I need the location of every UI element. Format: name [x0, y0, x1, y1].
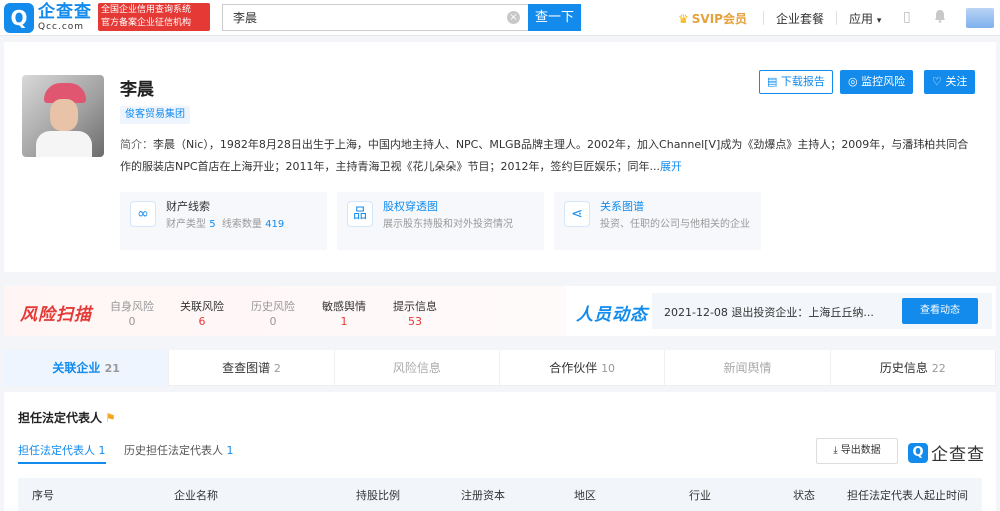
- tab-bar: 关联企业 21 查查图谱 2 风险信息 合作伙伴 10 新闻舆情 历史信息 22: [4, 350, 996, 386]
- tab-news[interactable]: 新闻舆情: [665, 350, 831, 386]
- svip-link[interactable]: ♛ SVIP会员: [678, 10, 747, 27]
- share-graph-icon: ⋖: [564, 201, 590, 227]
- download-icon: ⤓: [833, 445, 838, 456]
- view-dynamics-button[interactable]: 查看动态: [902, 298, 978, 324]
- caret-down-icon: ▾: [876, 16, 882, 26]
- org-chart-icon: 品: [347, 201, 373, 227]
- legal-rep-section: 担任法定代表人 ⚑ 担任法定代表人 1 历史担任法定代表人 1 ⤓ 导出数据 Q …: [4, 392, 996, 511]
- logo-q-icon: Q: [4, 3, 34, 33]
- certification-badge: 全国企业信用查询系统 官方备案企业征信机构: [98, 3, 210, 31]
- search-input[interactable]: [223, 5, 493, 30]
- expand-link[interactable]: 展开: [660, 160, 682, 173]
- monitor-icon: ◎: [848, 75, 858, 88]
- column-header: 行业: [689, 489, 711, 502]
- document-icon: ▤: [767, 75, 778, 88]
- site-logo[interactable]: Q 企查查 Qcc.com: [4, 3, 92, 33]
- tab-risk-info[interactable]: 风险信息: [335, 350, 500, 386]
- subtab-current-legal-rep[interactable]: 担任法定代表人 1: [18, 442, 106, 464]
- export-data-button[interactable]: ⤓ 导出数据: [816, 438, 898, 464]
- column-header[interactable]: 注册资本: [461, 487, 505, 503]
- clear-icon[interactable]: ×: [507, 11, 520, 24]
- bell-icon[interactable]: [934, 9, 946, 27]
- tab-related-companies[interactable]: 关联企业 21: [4, 350, 170, 386]
- column-header: 状态: [793, 489, 815, 502]
- nav-divider: [763, 11, 764, 25]
- feature-relation-graph[interactable]: ⋖ 关系图谱 投资、任职的公司与他相关的企业: [554, 192, 761, 250]
- person-photo: [22, 75, 104, 157]
- link-icon: ∞: [130, 201, 156, 227]
- package-link[interactable]: 企业套餐: [776, 10, 824, 27]
- column-header[interactable]: 持股比例: [356, 487, 400, 503]
- profile-card: 李晨 俊客贸易集团 简介：李晨（Nic），1982年8月28日出生于上海，中国内…: [4, 42, 996, 272]
- download-report-button[interactable]: ▤ 下载报告: [759, 70, 833, 94]
- top-navbar: Q 企查查 Qcc.com 全国企业信用查询系统 官方备案企业征信机构 × 查一…: [0, 0, 1000, 36]
- search-button[interactable]: 查一下: [528, 4, 581, 31]
- risk-history[interactable]: 历史风险 0: [251, 298, 295, 328]
- apps-menu[interactable]: 应用 ▾: [849, 10, 881, 27]
- table-header: 序号 企业名称 持股比例 注册资本 地区 行业 状态 担任法定代表人起止时间: [18, 478, 982, 511]
- flag-icon: ⚑: [105, 411, 116, 425]
- subtab-history-legal-rep[interactable]: 历史担任法定代表人 1: [124, 442, 234, 458]
- risk-sentiment[interactable]: 敏感舆情 1: [322, 298, 366, 328]
- brand-watermark: Q 企查查: [908, 440, 985, 465]
- person-name: 李晨: [120, 80, 154, 100]
- logo-q-icon: Q: [908, 442, 928, 463]
- people-dynamics-title: 人员动态: [576, 305, 648, 325]
- company-tag[interactable]: 俊客贸易集团: [120, 106, 190, 124]
- feature-property-clues[interactable]: ∞ 财产线索 财产类型 5 线索数量 419: [120, 192, 327, 250]
- column-header: 企业名称: [174, 489, 218, 502]
- column-header[interactable]: 担任法定代表人起止时间: [847, 487, 968, 503]
- mobile-icon[interactable]: ▯: [903, 9, 911, 25]
- follow-button[interactable]: ♡ 关注: [924, 70, 976, 94]
- section-title: 担任法定代表人 ⚑: [18, 411, 116, 425]
- risk-self[interactable]: 自身风险 0: [110, 298, 154, 328]
- risk-scan-title: 风险扫描: [20, 305, 92, 325]
- column-header: 序号: [32, 489, 54, 502]
- monitor-risk-button[interactable]: ◎ 监控风险: [840, 70, 914, 94]
- crown-icon: ♛: [678, 12, 689, 26]
- search-box: ×: [222, 4, 528, 31]
- logo-en-text: Qcc.com: [38, 22, 85, 32]
- column-header: 地区: [574, 489, 596, 502]
- user-avatar[interactable]: [966, 8, 994, 28]
- feature-equity-chart[interactable]: 品 股权穿透图 展示股东持股和对外投资情况: [337, 192, 544, 250]
- risk-related[interactable]: 关联风险 6: [180, 298, 224, 328]
- tab-history[interactable]: 历史信息 22: [831, 350, 996, 386]
- people-dynamics-text[interactable]: 2021-12-08 退出投资企业：上海丘丘纳...: [664, 304, 874, 320]
- tab-graph[interactable]: 查查图谱 2: [169, 350, 335, 386]
- tab-partners[interactable]: 合作伙伴 10: [500, 350, 666, 386]
- logo-cn-text: 企查查: [38, 2, 92, 22]
- risk-hints[interactable]: 提示信息 53: [393, 298, 437, 328]
- person-bio: 简介：李晨（Nic），1982年8月28日出生于上海，中国内地主持人、NPC、M…: [120, 138, 969, 173]
- heart-icon: ♡: [932, 75, 942, 88]
- risk-scan-bar: 风险扫描 自身风险 0 关联风险 6 历史风险 0 敏感舆情 1 提示信息 53 人员动态…: [4, 286, 996, 336]
- people-dynamics-box: 2021-12-08 退出投资企业：上海丘丘纳... 查看动态: [652, 293, 992, 329]
- nav-divider: [836, 11, 837, 25]
